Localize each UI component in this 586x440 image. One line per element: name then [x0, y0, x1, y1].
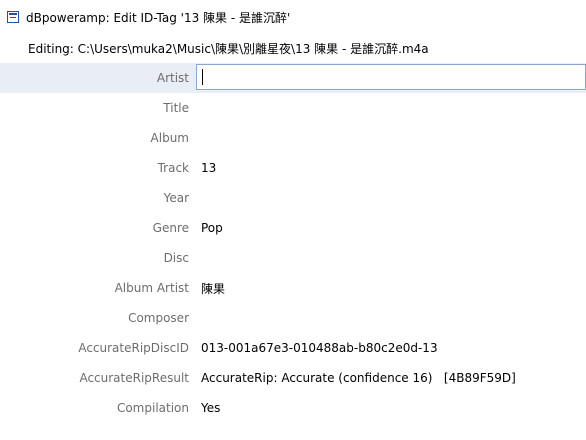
- field-row-track[interactable]: Track 13: [0, 153, 586, 183]
- field-row-artist[interactable]: Artist: [0, 63, 586, 93]
- tag-fields-list: Artist Title Album Track 13 Year Genre P…: [0, 63, 586, 423]
- field-value-genre[interactable]: Pop: [201, 221, 223, 235]
- field-value-accuraterip-result[interactable]: AccurateRip: Accurate (confidence 16) [4…: [201, 371, 516, 385]
- field-label-track: Track: [157, 161, 189, 175]
- field-label-compilation: Compilation: [116, 401, 189, 415]
- field-row-title[interactable]: Title: [0, 93, 586, 123]
- field-value-album-artist[interactable]: 陳果: [201, 280, 225, 297]
- title-bar: dBpoweramp: Edit ID-Tag '13 陳果 - 是誰沉醉': [0, 0, 586, 34]
- field-value-accuraterip-disc-id[interactable]: 013-001a67e3-010488ab-b80c2e0d-13: [201, 341, 438, 355]
- field-label-accuraterip-disc-id: AccurateRipDiscID: [78, 341, 189, 355]
- field-label-year: Year: [163, 191, 189, 205]
- field-row-genre[interactable]: Genre Pop: [0, 213, 586, 243]
- field-row-compilation[interactable]: Compilation Yes: [0, 393, 586, 423]
- field-label-genre: Genre: [152, 221, 189, 235]
- field-value-track[interactable]: 13: [201, 161, 216, 175]
- field-value-compilation[interactable]: Yes: [201, 401, 220, 415]
- field-row-composer[interactable]: Composer: [0, 303, 586, 333]
- field-row-accuraterip-disc-id[interactable]: AccurateRipDiscID 013-001a67e3-010488ab-…: [0, 333, 586, 363]
- field-label-artist: Artist: [156, 71, 189, 85]
- field-label-accuraterip-result: AccurateRipResult: [79, 371, 189, 385]
- app-icon: [7, 11, 19, 23]
- field-row-accuraterip-result[interactable]: AccurateRipResult AccurateRip: Accurate …: [0, 363, 586, 393]
- field-label-title: Title: [163, 101, 189, 115]
- editing-file-path: Editing: C:\Users\muka2\Music\陳果\別離星夜\13…: [28, 41, 429, 56]
- field-row-album[interactable]: Album: [0, 123, 586, 153]
- field-label-album: Album: [150, 131, 189, 145]
- field-row-year[interactable]: Year: [0, 183, 586, 213]
- editing-path-bar: Editing: C:\Users\muka2\Music\陳果\別離星夜\13…: [0, 34, 586, 62]
- field-row-disc[interactable]: Disc: [0, 243, 586, 273]
- edit-id-tag-window: dBpoweramp: Edit ID-Tag '13 陳果 - 是誰沉醉' E…: [0, 0, 586, 440]
- window-title: dBpoweramp: Edit ID-Tag '13 陳果 - 是誰沉醉': [26, 10, 291, 25]
- field-row-album-artist[interactable]: Album Artist 陳果: [0, 273, 586, 303]
- field-label-album-artist: Album Artist: [114, 281, 189, 295]
- artist-input[interactable]: [196, 64, 586, 90]
- text-caret: [202, 69, 203, 85]
- field-label-composer: Composer: [128, 311, 189, 325]
- field-label-disc: Disc: [163, 251, 189, 265]
